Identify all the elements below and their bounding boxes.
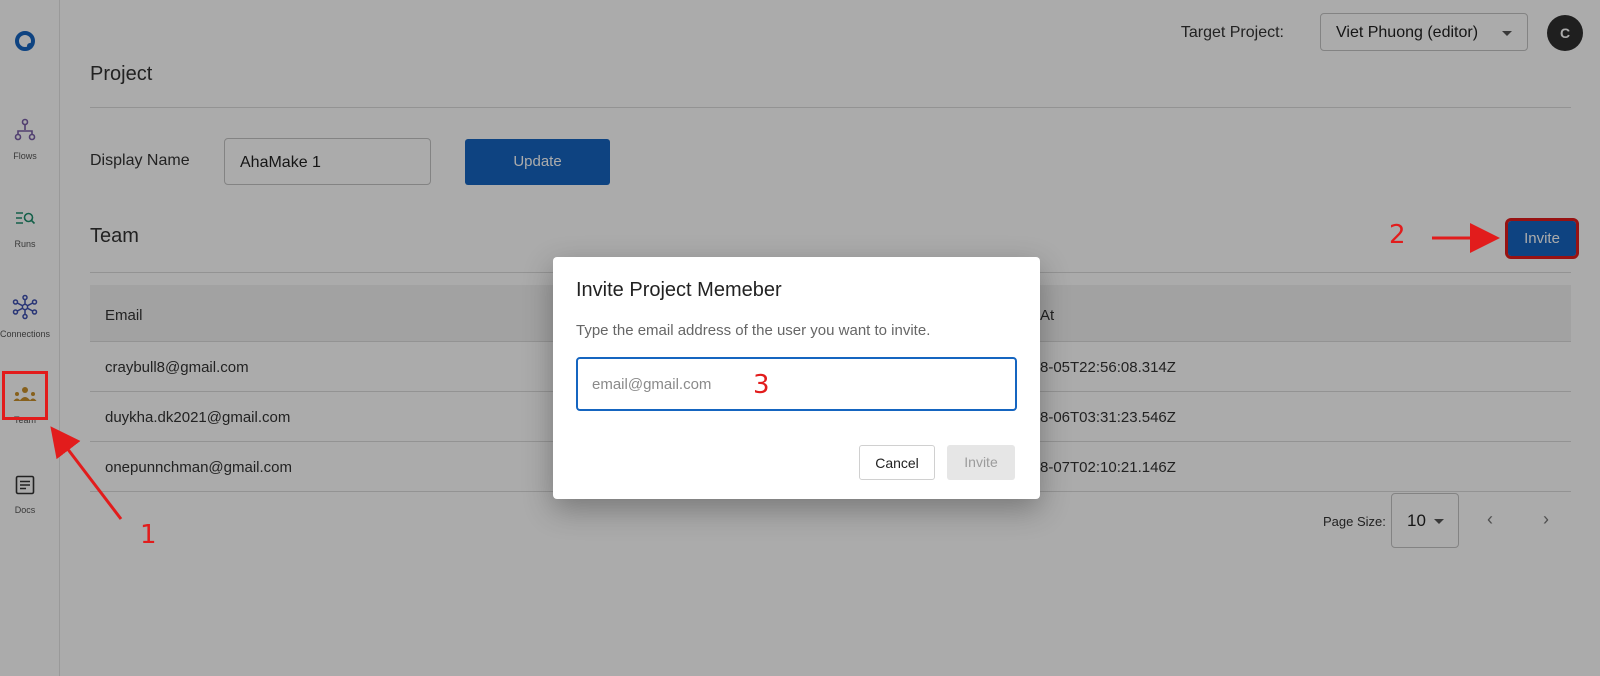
annotation-step-3: 3 bbox=[753, 370, 770, 400]
annotation-arrows bbox=[50, 223, 1500, 520]
annotation-step-1: 1 bbox=[140, 520, 157, 550]
annotation-step-2: 2 bbox=[1389, 220, 1406, 250]
annotation-arrow-1 bbox=[50, 426, 123, 520]
